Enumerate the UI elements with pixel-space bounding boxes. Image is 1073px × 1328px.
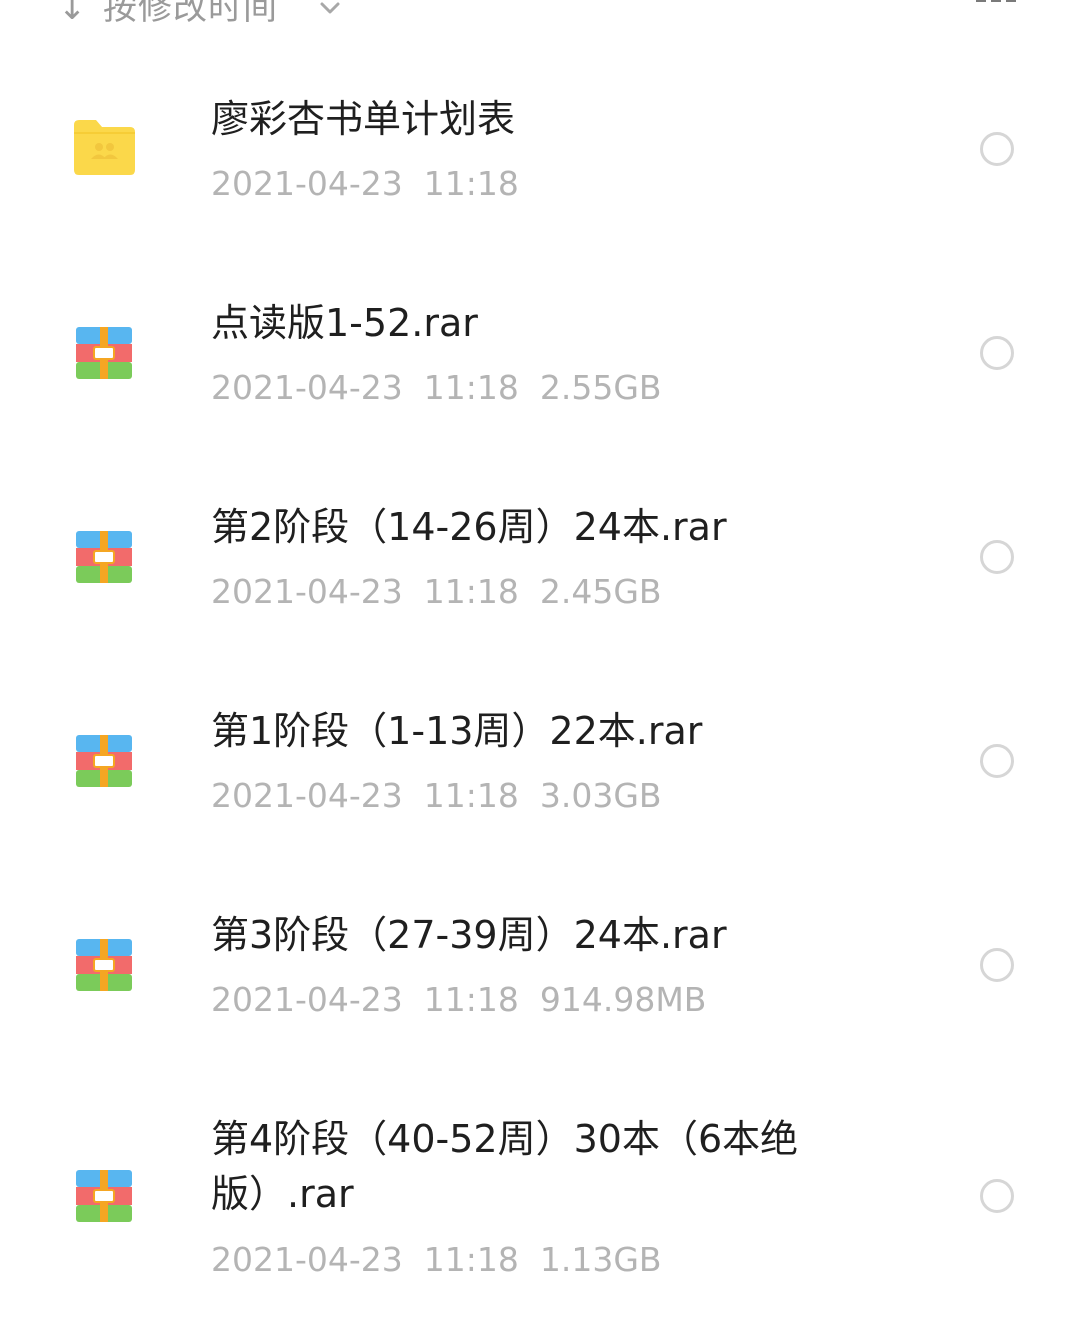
file-time: 11:18 <box>423 164 519 203</box>
file-meta: 2021-04-23 11:18 2.55GB <box>211 368 662 408</box>
file-name: 第4阶段（40-52周）30本（6本绝版）.rar <box>211 1117 799 1216</box>
file-size: 2.55GB <box>539 368 662 407</box>
file-size: 2.45GB <box>539 572 662 611</box>
sort-down-arrow-icon[interactable]: ↓ <box>58 0 87 38</box>
file-time: 11:18 <box>423 980 519 1019</box>
archive-icon <box>76 531 132 583</box>
file-name: 第2阶段（14-26周）24本.rar <box>211 505 727 549</box>
archive-icon <box>76 327 132 379</box>
file-meta: 2021-04-23 11:18 914.98MB <box>211 980 706 1020</box>
chevron-down-icon[interactable] <box>318 0 342 16</box>
file-time: 11:18 <box>423 776 519 815</box>
select-checkbox[interactable] <box>980 540 1014 574</box>
file-list: 廖彩杏书单计划表 2021-04-23 11:18 点读版1-52.rar 20… <box>0 46 1073 1328</box>
shared-folder-icon <box>74 120 135 175</box>
file-size: 3.03GB <box>539 776 662 815</box>
file-meta: 2021-04-23 11:18 <box>211 164 519 204</box>
select-checkbox[interactable] <box>980 132 1014 166</box>
file-date: 2021-04-23 <box>211 980 403 1019</box>
file-row[interactable]: 第2阶段（14-26周）24本.rar 2021-04-23 11:18 2.4… <box>0 454 1073 658</box>
archive-icon <box>76 939 132 991</box>
archive-icon <box>76 735 132 787</box>
file-name: 第1阶段（1-13周）22本.rar <box>211 709 703 753</box>
select-checkbox[interactable] <box>980 948 1014 982</box>
select-checkbox[interactable] <box>980 744 1014 778</box>
file-row[interactable]: 廖彩杏书单计划表 2021-04-23 11:18 <box>0 46 1073 250</box>
select-checkbox[interactable] <box>980 1179 1014 1213</box>
file-name: 点读版1-52.rar <box>211 301 478 345</box>
file-row[interactable]: 第3阶段（27-39周）24本.rar 2021-04-23 11:18 914… <box>0 862 1073 1066</box>
file-row[interactable]: 第1阶段（1-13周）22本.rar 2021-04-23 11:18 3.03… <box>0 658 1073 862</box>
file-name: 廖彩杏书单计划表 <box>211 97 516 141</box>
file-size: 1.13GB <box>539 1240 662 1279</box>
file-date: 2021-04-23 <box>211 164 403 203</box>
file-date: 2021-04-23 <box>211 368 403 407</box>
file-time: 11:18 <box>423 368 519 407</box>
file-meta: 2021-04-23 11:18 1.13GB <box>211 1240 662 1280</box>
file-name: 第3阶段（27-39周）24本.rar <box>211 913 727 957</box>
file-date: 2021-04-23 <box>211 776 403 815</box>
file-meta: 2021-04-23 11:18 2.45GB <box>211 572 662 612</box>
file-size: 914.98MB <box>539 980 707 1019</box>
grid-view-icon[interactable] <box>976 0 1018 8</box>
file-date: 2021-04-23 <box>211 1240 403 1279</box>
file-time: 11:18 <box>423 572 519 611</box>
file-meta: 2021-04-23 11:18 3.03GB <box>211 776 662 816</box>
file-row[interactable]: 第4阶段（40-52周）30本（6本绝版）.rar 2021-04-23 11:… <box>0 1066 1073 1328</box>
archive-icon <box>76 1170 132 1222</box>
sort-by-modified-time-button[interactable]: 按修改时间 <box>103 0 278 38</box>
file-time: 11:18 <box>423 1240 519 1279</box>
sort-bar: ↓ 按修改时间 <box>0 0 1073 38</box>
file-row[interactable]: 点读版1-52.rar 2021-04-23 11:18 2.55GB <box>0 250 1073 454</box>
file-date: 2021-04-23 <box>211 572 403 611</box>
select-checkbox[interactable] <box>980 336 1014 370</box>
